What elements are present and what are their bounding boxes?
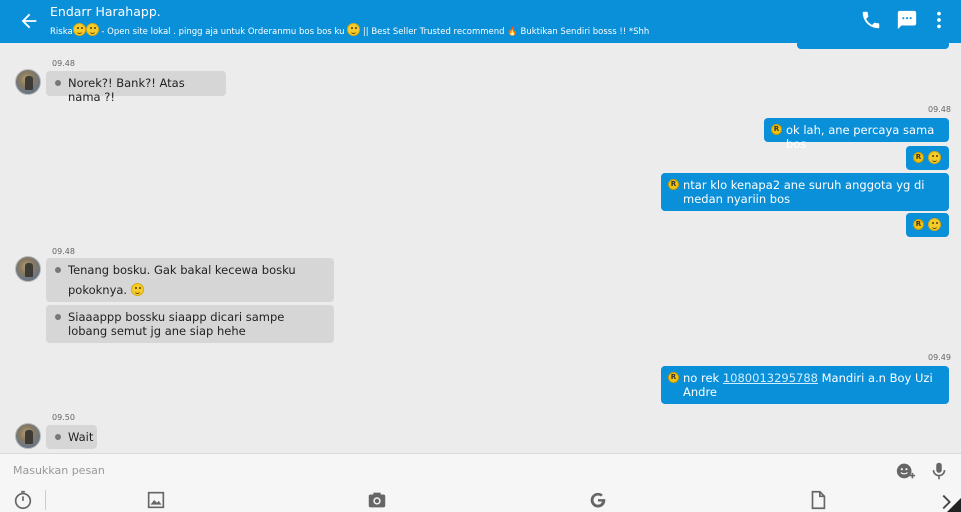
emoji-add-icon[interactable] <box>895 460 917 482</box>
message-input[interactable]: Masukkan pesan <box>13 464 105 477</box>
status-dot-icon <box>55 314 61 320</box>
divider <box>45 490 46 510</box>
mic-icon[interactable] <box>928 460 950 482</box>
phone-icon[interactable] <box>860 9 882 31</box>
message-time: 09.48 <box>928 105 951 114</box>
fire-icon: 🔥 <box>507 27 518 37</box>
message-time: 09.48 <box>52 247 75 256</box>
incoming-message[interactable]: Tenang bosku. Gak bakal kecewa bosku pok… <box>46 258 334 302</box>
outgoing-message[interactable]: R ntar klo kenapa2 ane suruh anggota yg … <box>661 173 949 211</box>
google-icon[interactable] <box>587 489 609 511</box>
more-icon[interactable] <box>928 9 950 31</box>
message-text: no rek <box>683 371 723 385</box>
account-number-link[interactable]: 1080013295788 <box>723 371 818 385</box>
camera-icon[interactable] <box>366 489 388 511</box>
avatar[interactable] <box>15 423 41 449</box>
outgoing-message[interactable]: R no rek 1080013295788 Mandiri a.n Boy U… <box>661 366 949 404</box>
message-list[interactable]: 09.48 Norek?! Bank?! Atas nama ?! 09.48 … <box>0 43 961 453</box>
r-badge-icon: R <box>913 219 924 230</box>
laugh-emoji-icon <box>928 218 941 231</box>
emoji-icon <box>85 23 99 36</box>
message-text: Siaaappp bossku siaapp dicari sampe loba… <box>68 310 285 338</box>
incoming-message[interactable]: Norek?! Bank?! Atas nama ?! <box>46 71 226 104</box>
status-dot-icon <box>55 434 61 440</box>
outgoing-message[interactable]: R ok lah, ane percaya sama bos <box>764 118 949 151</box>
chat-app: Endarr Harahapp. Riska - Open site lokal… <box>0 0 961 512</box>
r-badge-icon: R <box>771 124 782 135</box>
composer-bar: Masukkan pesan <box>0 453 961 512</box>
r-badge-icon: R <box>668 372 679 383</box>
outgoing-message[interactable]: R <box>906 213 949 237</box>
outgoing-message[interactable]: R <box>906 146 949 170</box>
message-time: 09.49 <box>928 353 951 362</box>
message-text: Tenang bosku. Gak bakal kecewa bosku pok… <box>68 263 296 297</box>
message-text: Norek?! Bank?! Atas nama ?! <box>68 76 185 104</box>
previous-message-bubble <box>797 43 949 49</box>
file-icon[interactable] <box>807 489 829 511</box>
avatar[interactable] <box>15 256 41 282</box>
corner-triangle <box>947 498 961 512</box>
contact-status: Riska - Open site lokal . pingg aja untu… <box>50 23 649 37</box>
r-badge-icon: R <box>668 179 679 190</box>
status-dot-icon <box>55 80 61 86</box>
chat-header: Endarr Harahapp. Riska - Open site lokal… <box>0 0 961 43</box>
timer-icon[interactable] <box>12 489 34 511</box>
emoji-icon <box>347 23 361 36</box>
status-dot-icon <box>55 267 61 273</box>
r-badge-icon: R <box>913 152 924 163</box>
message-time: 09.50 <box>52 413 75 422</box>
back-arrow-icon[interactable] <box>18 10 40 32</box>
message-text: Wait <box>68 430 94 444</box>
contact-name[interactable]: Endarr Harahapp. <box>50 4 161 19</box>
smile-emoji-icon <box>928 151 941 164</box>
incoming-message[interactable]: Wait <box>46 425 97 449</box>
image-icon[interactable] <box>145 489 167 511</box>
message-time: 09.48 <box>52 59 75 68</box>
smile-emoji-icon <box>130 283 144 296</box>
sms-icon[interactable] <box>896 9 918 31</box>
incoming-message[interactable]: Siaaappp bossku siaapp dicari sampe loba… <box>46 305 334 343</box>
avatar[interactable] <box>15 69 41 95</box>
message-text: ntar klo kenapa2 ane suruh anggota yg di… <box>683 178 925 206</box>
emoji-icon <box>72 23 86 36</box>
